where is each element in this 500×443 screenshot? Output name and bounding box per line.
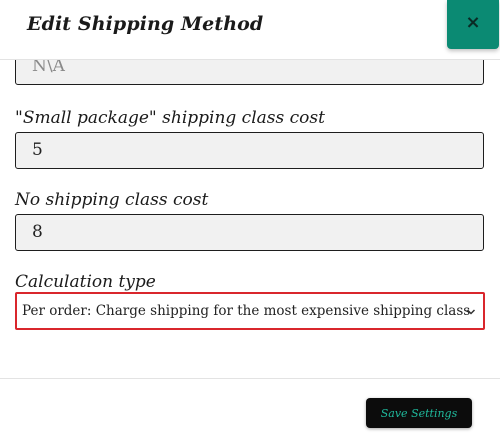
no-class-cost-label: No shipping class cost <box>15 190 209 210</box>
save-settings-button[interactable]: Save Settings <box>366 398 472 428</box>
calculation-type-label: Calculation type <box>15 272 156 292</box>
modal-body: N\A "Small package" shipping class cost … <box>0 60 500 378</box>
close-button[interactable]: × <box>447 0 499 49</box>
small-package-cost-label: "Small package" shipping class cost <box>15 108 325 128</box>
modal-footer: Save Settings <box>0 378 500 443</box>
modal-header: Edit Shipping Method × <box>0 0 500 60</box>
small-package-cost-input[interactable]: 5 <box>15 132 484 169</box>
edit-shipping-method-modal: Edit Shipping Method × N\A "Small packag… <box>0 0 500 443</box>
calculation-type-value: Per order: Charge shipping for the most … <box>22 303 471 319</box>
calculation-type-select[interactable]: Per order: Charge shipping for the most … <box>15 292 485 330</box>
close-icon: × <box>465 12 481 33</box>
previous-field-input[interactable]: N\A <box>15 60 484 85</box>
no-class-cost-input[interactable]: 8 <box>15 214 484 251</box>
save-settings-label: Save Settings <box>380 406 458 420</box>
chevron-down-icon <box>466 309 476 315</box>
modal-title: Edit Shipping Method <box>27 13 264 35</box>
